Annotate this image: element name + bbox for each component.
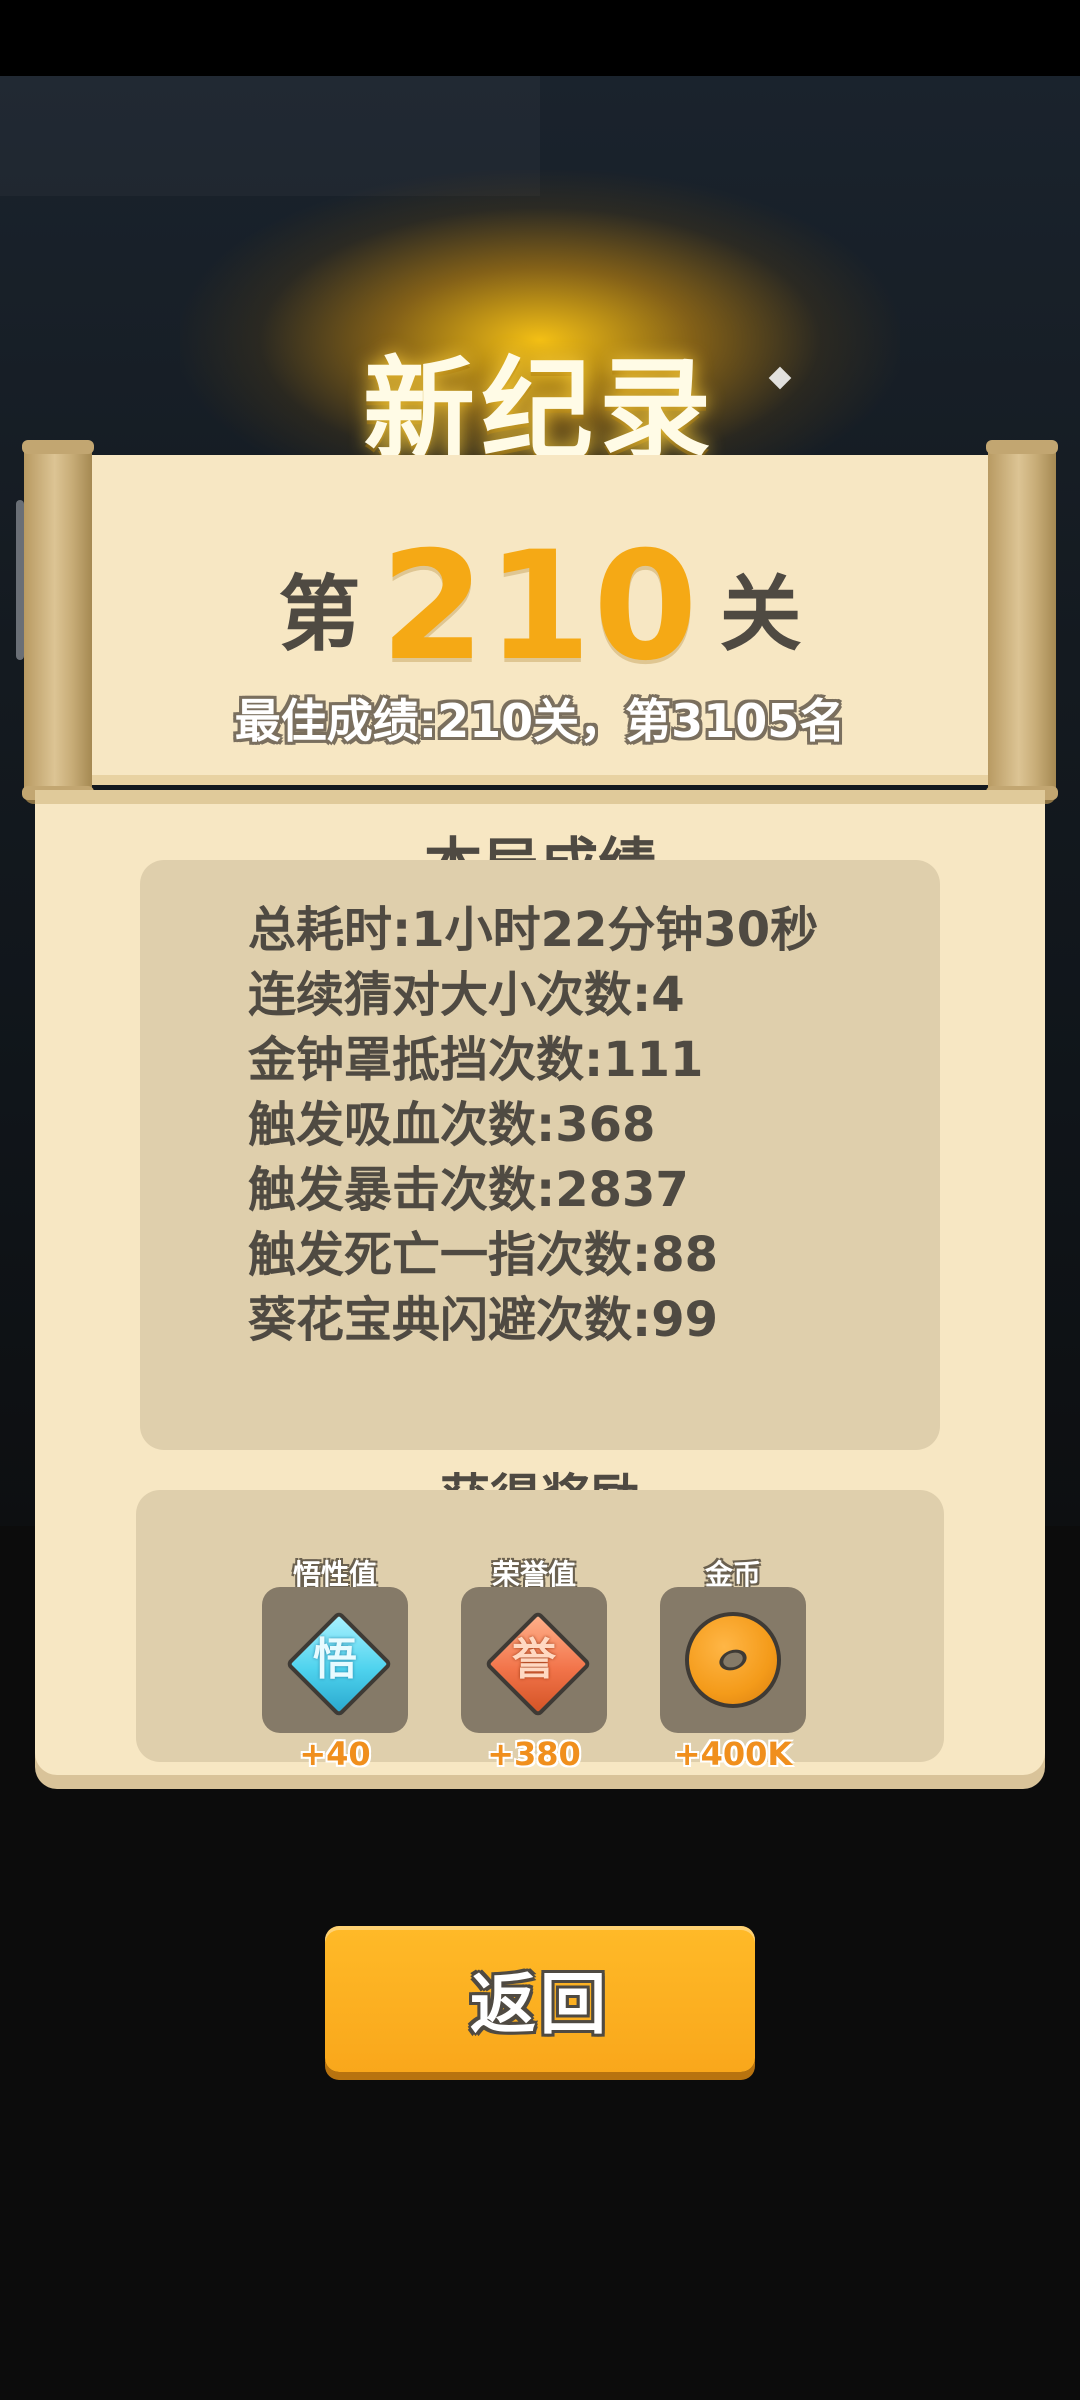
gold-coin-icon bbox=[685, 1612, 781, 1708]
side-tab bbox=[16, 500, 24, 660]
best-score-text: 最佳成绩:210关，第3105名 bbox=[234, 694, 846, 748]
stat-golden-bell-blocks: 金钟罩抵挡次数:111 bbox=[248, 1032, 704, 1088]
reward-amount: +40 bbox=[299, 1735, 371, 1773]
reward-amount: +400K bbox=[673, 1735, 793, 1773]
level-number: 210 bbox=[380, 520, 700, 694]
back-button[interactable]: 返回 bbox=[325, 1926, 755, 2072]
stats-list: 总耗时:1小时22分钟30秒 连续猜对大小次数:4 金钟罩抵挡次数:111 触发… bbox=[248, 898, 818, 1353]
comprehension-gem-icon: 悟 bbox=[285, 1610, 393, 1718]
level-prefix: 第 bbox=[278, 567, 361, 663]
reward-tile: 悟 bbox=[262, 1587, 408, 1733]
reward-honor: 荣誉值 誉 +380 bbox=[461, 1555, 607, 1773]
stat-death-finger-triggers: 触发死亡一指次数:88 bbox=[248, 1227, 718, 1283]
panel-top-shadow bbox=[35, 790, 1045, 804]
stat-lifesteal-triggers: 触发吸血次数:368 bbox=[248, 1097, 656, 1153]
honor-gem-icon: 誉 bbox=[484, 1610, 592, 1718]
stat-dodge-count: 葵花宝典闪避次数:99 bbox=[248, 1292, 718, 1348]
reward-gold: 金币 +400K bbox=[660, 1555, 806, 1773]
status-bar bbox=[0, 0, 1080, 76]
stat-guess-streak: 连续猜对大小次数:4 bbox=[248, 967, 685, 1023]
reward-tile bbox=[660, 1587, 806, 1733]
stat-crit-triggers: 触发暴击次数:2837 bbox=[248, 1162, 689, 1218]
reward-amount: +380 bbox=[487, 1735, 581, 1773]
reward-tile: 誉 bbox=[461, 1587, 607, 1733]
stat-total-time: 总耗时:1小时22分钟30秒 bbox=[248, 902, 819, 958]
level-display: 第 210 关 bbox=[80, 520, 1000, 694]
level-suffix: 关 bbox=[719, 567, 802, 663]
reward-comprehension: 悟性值 悟 +40 bbox=[262, 1555, 408, 1773]
